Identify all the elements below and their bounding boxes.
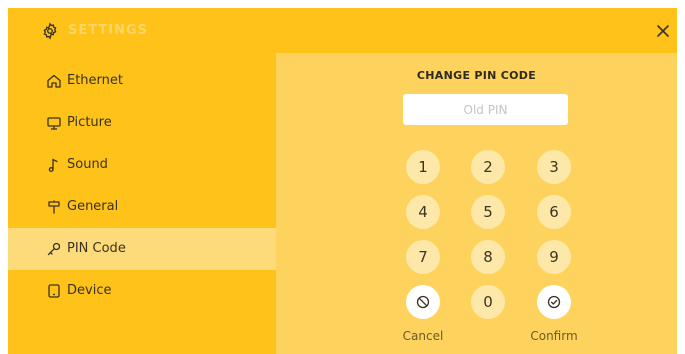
sidebar-item-label: PIN Code [67,241,126,256]
sidebar-item-device[interactable]: Device [8,270,276,312]
keypad-key-1[interactable]: 1 [406,150,440,184]
sidebar-item-sound[interactable]: Sound [8,144,276,186]
monitor-icon [47,117,61,130]
sidebar-item-general[interactable]: General [8,186,276,228]
page-title: CHANGE PIN CODE [416,69,537,82]
sidebar-item-label: Sound [67,157,108,172]
keypad-key-9[interactable]: 9 [537,240,571,274]
sidebar-item-label: Ethernet [67,73,123,88]
close-icon[interactable] [653,21,673,41]
sidebar-item-label: Picture [67,115,112,130]
tablet-icon [48,284,60,298]
check-circle-icon [547,295,561,309]
signpost-icon [48,200,60,214]
keypad-key-0[interactable]: 0 [471,285,505,319]
header-bar: SETTINGS [8,8,677,53]
header-title: SETTINGS [68,23,149,38]
sidebar-item-ethernet[interactable]: Ethernet [8,60,276,102]
keypad-key-7[interactable]: 7 [406,240,440,274]
sidebar-item-pin-code[interactable]: PIN Code [8,228,276,270]
pin-panel: CHANGE PIN CODE 1 2 3 4 5 6 7 8 9 0 Canc… [276,53,677,354]
sidebar-item-label: Device [67,283,112,298]
music-note-icon [48,158,58,172]
keypad-key-3[interactable]: 3 [537,150,571,184]
cancel-label: Cancel [402,329,444,343]
keypad-key-5[interactable]: 5 [471,195,505,229]
keypad-key-2[interactable]: 2 [471,150,505,184]
home-icon [47,74,61,88]
keypad-key-8[interactable]: 8 [471,240,505,274]
sidebar: Ethernet Picture Sound General PIN Code [8,53,276,354]
key-icon [47,242,61,256]
old-pin-input[interactable] [403,94,568,125]
keypad-key-4[interactable]: 4 [406,195,440,229]
keypad-key-6[interactable]: 6 [537,195,571,229]
sidebar-item-label: General [67,199,119,214]
settings-window: SETTINGS Ethernet Picture Sound General … [8,8,677,354]
sidebar-item-picture[interactable]: Picture [8,102,276,144]
confirm-button[interactable] [537,285,571,319]
confirm-label: Confirm [530,329,578,343]
cancel-circle-icon [416,295,430,309]
gear-icon [43,22,57,40]
cancel-button[interactable] [406,285,440,319]
